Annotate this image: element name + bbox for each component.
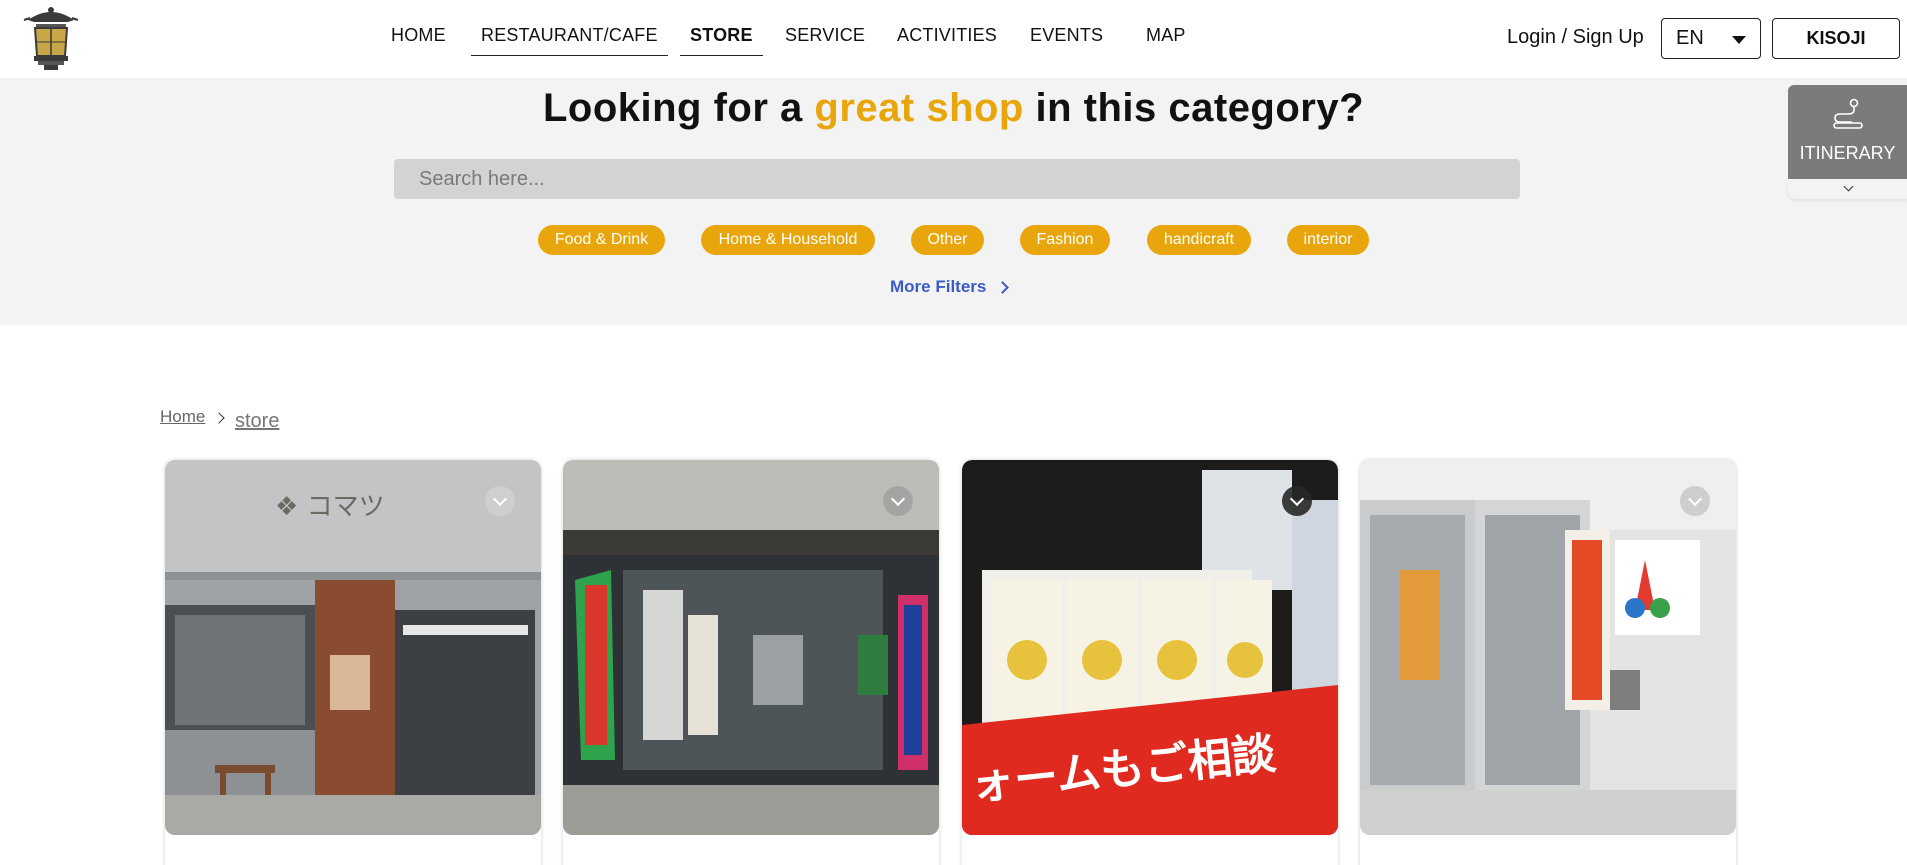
nav-home[interactable]: HOME [391, 25, 446, 46]
store-card[interactable] [563, 460, 939, 865]
chevron-right-icon [213, 412, 225, 424]
category-chip-home-household[interactable]: Home & Household [701, 225, 875, 255]
route-icon [1833, 98, 1863, 129]
more-filters-link[interactable]: More Filters [890, 277, 1010, 297]
nav-store[interactable]: STORE [680, 25, 763, 56]
itinerary-collapse-toggle[interactable] [1788, 179, 1907, 199]
nav-events[interactable]: EVENTS [1030, 25, 1103, 46]
headline-text-start: Looking for a [542, 86, 815, 130]
store-photo-banners [563, 460, 939, 835]
caret-down-icon [1732, 36, 1746, 44]
headline-accent: great shop [814, 86, 1024, 130]
language-select[interactable]: EN [1661, 18, 1761, 59]
chevron-down-icon [1843, 181, 1854, 192]
category-chip-handicraft[interactable]: handicraft [1147, 225, 1251, 255]
search-input[interactable] [394, 159, 1520, 199]
itinerary-button[interactable]: ITINERARY [1788, 85, 1907, 179]
breadcrumb-current[interactable]: store [235, 410, 279, 433]
category-chip-fashion[interactable]: Fashion [1020, 225, 1110, 255]
login-signup-link[interactable]: Login / Sign Up [1507, 26, 1644, 49]
store-photo-led-bulbs: ォームもご相談 [962, 460, 1338, 835]
nav-map[interactable]: MAP [1146, 25, 1186, 46]
store-card[interactable] [1360, 460, 1736, 865]
svg-text:❖ コマツ: ❖ コマツ [275, 492, 385, 522]
store-photo-komatsu: ❖ コマツ [165, 460, 541, 835]
site-header: HOME RESTAURANT/CAFE STORE SERVICE ACTIV… [0, 0, 1907, 78]
category-chip-other[interactable]: Other [911, 225, 984, 255]
store-card[interactable]: ォームもご相談 [962, 460, 1338, 865]
store-card[interactable]: ❖ コマツ [165, 460, 541, 865]
headline-text-end: in this category? [1023, 86, 1365, 130]
more-filters-label: More Filters [890, 277, 987, 296]
language-value: EN [1676, 27, 1704, 49]
store-photo-tokutake [1360, 460, 1736, 835]
chevron-down-icon[interactable] [1282, 486, 1312, 516]
search-headline: Looking for a great shop in this categor… [0, 86, 1907, 131]
itinerary-label: ITINERARY [1799, 143, 1896, 163]
category-chip-food-drink[interactable]: Food & Drink [538, 225, 665, 255]
chevron-down-icon[interactable] [485, 486, 515, 516]
chevron-down-icon[interactable] [883, 486, 913, 516]
chevron-right-icon [996, 281, 1010, 294]
breadcrumb-home[interactable]: Home [160, 407, 205, 427]
nav-activities[interactable]: ACTIVITIES [897, 25, 997, 46]
nav-service[interactable]: SERVICE [785, 25, 865, 46]
nav-restaurant-cafe[interactable]: RESTAURANT/CAFE [471, 25, 668, 56]
category-chip-interior[interactable]: interior [1287, 225, 1369, 255]
kisoji-button[interactable]: KISOJI [1772, 18, 1900, 59]
chevron-down-icon[interactable] [1680, 486, 1710, 516]
